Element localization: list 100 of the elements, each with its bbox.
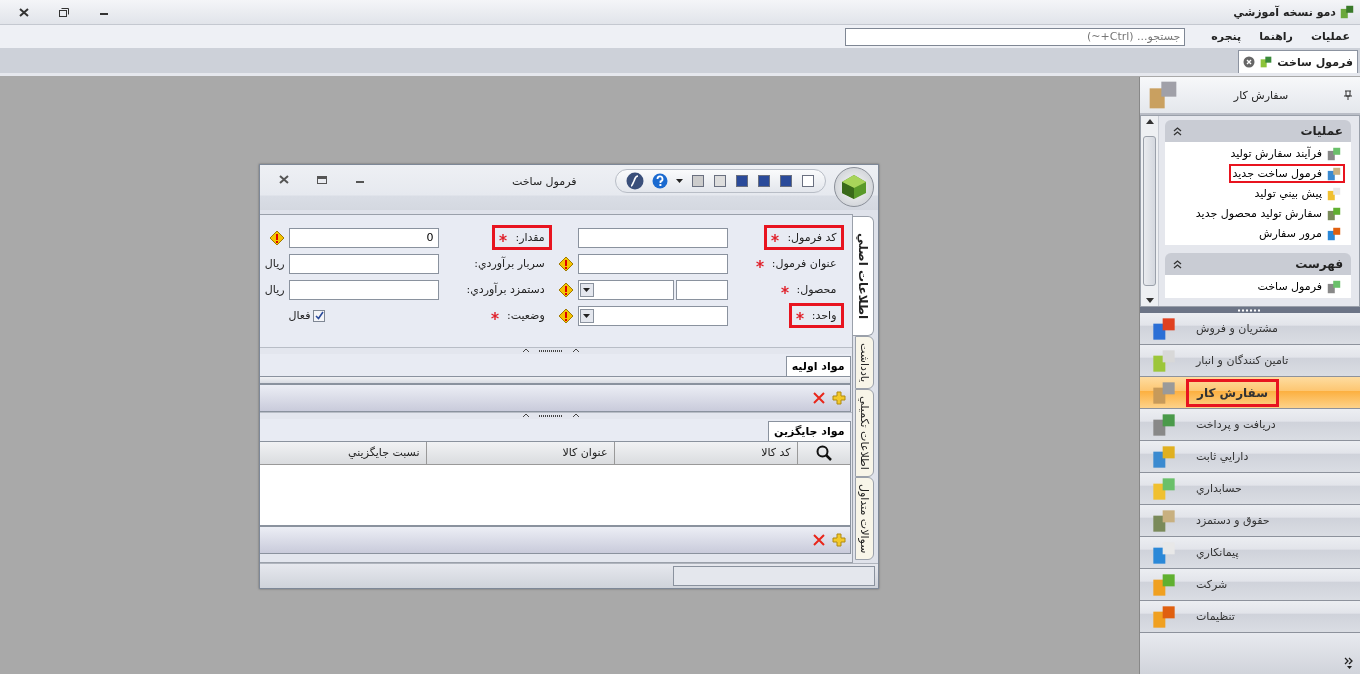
dropdown-field[interactable] [577,279,674,300]
unit-label: ريال [264,257,285,270]
module-icon [1152,316,1176,341]
task-link[interactable]: مرور سفارش [1255,224,1345,243]
new-document-button[interactable] [800,173,815,188]
save-button[interactable] [778,173,793,188]
module-icon [1152,380,1176,405]
dropdown-button[interactable] [579,308,594,323]
group-header[interactable]: عمليات [1165,120,1351,142]
group-title: عمليات [1300,124,1343,138]
collapse-icon[interactable] [1173,259,1182,269]
text-field[interactable] [288,279,439,300]
module-button[interactable]: پيمانکاري [1140,537,1360,569]
menu-item[interactable]: پنجره [1209,28,1244,45]
dropdown-button[interactable] [579,282,594,297]
code-field[interactable] [675,279,728,300]
formula-icon [1260,56,1273,68]
delete-button[interactable] [811,532,826,547]
task-link[interactable]: پيش بيني توليد [1250,184,1345,203]
splitter-grip-icon[interactable] [521,348,581,353]
checkbox-label: فعال [288,309,311,322]
module-button[interactable]: شرکت [1140,569,1360,601]
side-tab[interactable]: اطلاعات تکميلي [854,389,874,477]
menu-item[interactable]: راهنما [1257,28,1295,45]
scrollbar-thumb[interactable] [1143,136,1156,286]
column-header[interactable]: کد کالا [761,446,791,459]
search-field[interactable]: جستجو... (Ctrl+~) [845,27,1186,46]
required-icon [490,311,499,320]
warning-icon [557,255,574,272]
menu-item[interactable]: عمليات [1308,28,1352,45]
tools-button[interactable] [625,171,644,190]
side-tab[interactable]: يادداشت [854,335,874,389]
module-icon [1152,508,1176,533]
app-logo-icon[interactable] [833,166,874,207]
save-and-close-button[interactable] [734,173,749,188]
app-logo-icon [1340,5,1354,19]
required-icon [771,233,780,242]
task-icon [1327,226,1341,241]
field-label: مقدار: [515,231,545,244]
pin-icon[interactable] [1344,90,1352,100]
grid-tab[interactable]: مواد جايگزين [768,420,851,441]
module-button[interactable]: سفارش کار [1140,377,1360,409]
field-label: واحد: [811,309,837,322]
module-button[interactable]: حقوق و دستمزد [1140,505,1360,537]
maximize-icon[interactable] [316,175,327,184]
column-header[interactable]: نسبت جايگزيني [348,446,420,459]
module-button[interactable]: تامين کنندگان و انبار [1140,345,1360,377]
panel-title: سفارش کار [1232,88,1290,102]
unit-label: ريال [264,283,285,296]
task-link[interactable]: فرآيند سفارش توليد [1226,144,1345,163]
document-tab[interactable]: فرمول ساخت [1238,50,1358,73]
warning-icon [268,229,285,246]
field-label: سربار برآوردي: [474,257,545,270]
required-icon [795,311,804,320]
side-tab[interactable]: سوالات متداول [854,476,874,561]
field-label: کد فرمول: [787,231,837,244]
close-icon[interactable] [1243,56,1256,68]
required-icon [755,259,764,268]
module-button[interactable]: تنظيمات [1140,601,1360,633]
module-button[interactable]: دريافت و پرداخت [1140,409,1360,441]
warning-icon [557,281,574,298]
scroll-up-icon[interactable] [1145,119,1154,124]
checkbox[interactable] [313,309,326,322]
restore-icon[interactable] [59,7,69,17]
delete-button[interactable] [811,390,826,405]
close-icon[interactable] [278,175,289,184]
scroll-down-icon[interactable] [1145,298,1154,303]
task-link[interactable]: سفارش توليد محصول جديد [1191,204,1345,223]
dropdown-field[interactable] [577,305,728,326]
task-icon [1327,186,1341,201]
module-icon [1152,540,1176,565]
text-field[interactable] [288,253,439,274]
collapse-icon[interactable] [1173,126,1182,136]
module-button[interactable]: دارايي ثابت [1140,441,1360,473]
close-icon[interactable] [19,7,29,17]
text-field[interactable] [577,227,728,248]
module-button[interactable]: حسابداري [1140,473,1360,505]
module-icon [1152,412,1176,437]
grid-tab[interactable]: مواد اوليه [785,355,851,376]
text-field[interactable]: 0 [288,227,439,248]
task-link[interactable]: فرمول ساخت جديد [1228,164,1345,183]
required-icon [780,285,789,294]
print-button[interactable] [690,173,705,188]
module-button[interactable]: مشتريان و فروش [1140,313,1360,345]
caret-icon [583,313,591,318]
module-icon [1152,604,1176,629]
caret-icon [675,178,683,183]
warning-icon [557,307,574,324]
copy-button[interactable] [712,173,727,188]
side-tab[interactable]: اطلاعات اصلي [852,215,874,336]
text-field[interactable] [577,253,728,274]
field-label: دستمزد برآوردي: [466,283,545,296]
search-icon[interactable] [815,444,832,461]
field-label: عنوان فرمول: [771,257,837,270]
group-header[interactable]: فهرست [1165,253,1351,275]
column-header[interactable]: عنوان کالا [562,446,608,459]
splitter-grip-icon[interactable] [521,413,581,418]
help-button[interactable] [651,172,668,189]
save-as-button[interactable] [756,173,771,188]
expand-chevron-icon[interactable] [1344,657,1354,669]
